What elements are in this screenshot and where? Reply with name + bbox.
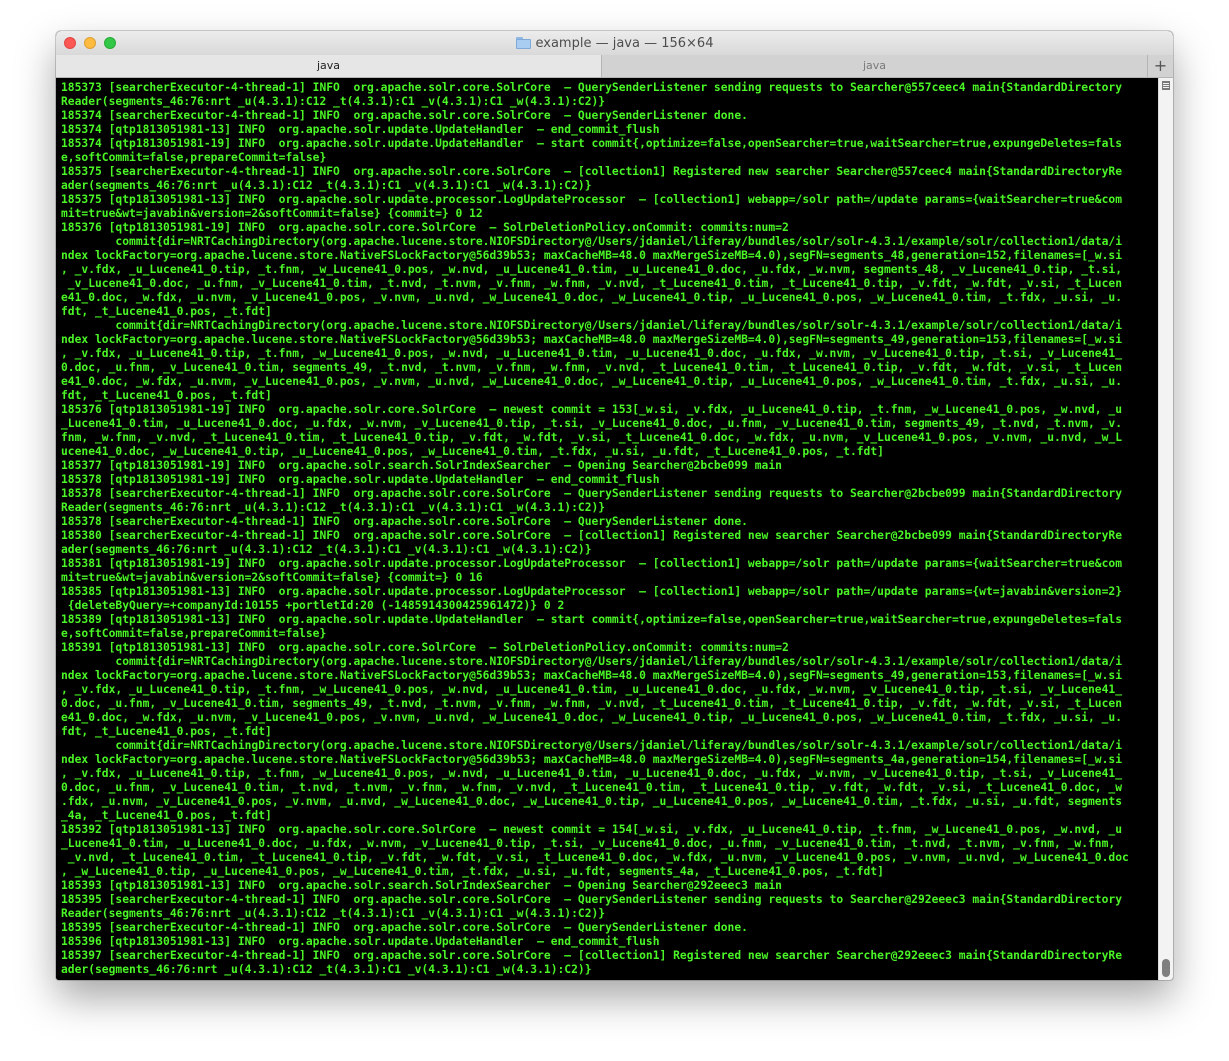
log-line: , _v.fdx, _u_Lucene41_0.tip, _t.fnm, _w_… [61,347,1123,360]
log-line: 185377 [qtp1813051981-19] INFO org.apach… [61,459,782,472]
log-line: 185374 [qtp1813051981-13] INFO org.apach… [61,123,660,136]
log-line: 185378 [qtp1813051981-19] INFO org.apach… [61,473,660,486]
tab-java-active[interactable]: java [56,55,602,77]
tab-java-inactive[interactable]: java [602,55,1148,77]
terminal-window: example — java — 156×64 java java + 1853… [56,31,1173,980]
tab-bar: java java + [56,55,1173,78]
log-line: 185389 [qtp1813051981-13] INFO org.apach… [61,613,1123,626]
log-line: 185378 [searcherExecutor-4-thread-1] INF… [61,487,1123,500]
log-line: ndex lockFactory=org.apache.lucene.store… [61,669,1123,682]
log-line: fdt, _t_Lucene41_0.pos, _t.fdt] [61,725,272,738]
log-line: commit{dir=NRTCachingDirectory(org.apach… [61,319,1123,332]
log-line: 0.doc, _u.fnm, _v_Lucene41_0.tim, _t.nvd… [61,781,1123,794]
log-line: ucene41_0.doc, _w_Lucene41_0.tip, _u_Luc… [61,445,884,458]
log-line: , _v.fdx, _u_Lucene41_0.tip, _t.fnm, _w_… [61,263,1123,276]
new-tab-button[interactable]: + [1148,55,1173,77]
log-line: commit{dir=NRTCachingDirectory(org.apach… [61,655,1123,668]
log-line: e41_0.doc, _w.fdx, _u.nvm, _v_Lucene41_0… [61,291,1123,304]
log-line: 0.doc, _u.fnm, _v_Lucene41_0.tim, segmen… [61,697,1123,710]
log-line: mit=true&wt=javabin&version=2&softCommit… [61,571,483,584]
log-line: e,softCommit=false,prepareCommit=false} [61,151,327,164]
log-line: 185396 [qtp1813051981-13] INFO org.apach… [61,935,660,948]
log-line: 185395 [searcherExecutor-4-thread-1] INF… [61,893,1123,906]
log-line: 185374 [searcherExecutor-4-thread-1] INF… [61,109,748,122]
log-line: ader(segments_46:76:nrt _u(4.3.1):C12 _t… [61,963,592,976]
log-line: , _v.fdx, _u_Lucene41_0.tip, _t.fnm, _w_… [61,767,1123,780]
log-line: 0.doc, _u.fnm, _v_Lucene41_0.tim, segmen… [61,361,1123,374]
log-line: commit{dir=NRTCachingDirectory(org.apach… [61,235,1123,248]
log-line: mit=true&wt=javabin&version=2&softCommit… [61,207,483,220]
log-line: _Lucene41_0.tim, _u_Lucene41_0.doc, _u.f… [61,417,1123,430]
scrollbar-thumb[interactable] [1162,959,1170,977]
terminal-output[interactable]: 185373 [searcherExecutor-4-thread-1] INF… [56,78,1158,980]
log-line: _v.nvd, _t_Lucene41_0.tim, _t_Lucene41_0… [61,851,1129,864]
log-line: 185374 [qtp1813051981-19] INFO org.apach… [61,137,1123,150]
log-line: Reader(segments_46:76:nrt _u(4.3.1):C12 … [61,501,606,514]
title-bar[interactable]: example — java — 156×64 [56,31,1173,56]
log-line: 185395 [searcherExecutor-4-thread-1] INF… [61,921,748,934]
log-line: fdt, _t_Lucene41_0.pos, _t.fdt] [61,305,272,318]
log-line: commit{dir=NRTCachingDirectory(org.apach… [61,739,1123,752]
log-line: fdt, _t_Lucene41_0.pos, _t.fdt] [61,389,272,402]
log-line: 185375 [searcherExecutor-4-thread-1] INF… [61,165,1123,178]
window-title: example — java — 156×64 [535,35,714,51]
log-line: Reader(segments_46:76:nrt _u(4.3.1):C12 … [61,95,606,108]
log-line: 185391 [qtp1813051981-13] INFO org.apach… [61,641,789,654]
log-line: 185381 [qtp1813051981-19] INFO org.apach… [61,557,1123,570]
log-line: , _v.fdx, _u_Lucene41_0.tip, _t.fnm, _w_… [61,683,1123,696]
log-line: 185376 [qtp1813051981-19] INFO org.apach… [61,221,789,234]
log-line: ader(segments_46:76:nrt _u(4.3.1):C12 _t… [61,179,592,192]
log-line: fnm, _w.fnm, _v.nvd, _t_Lucene41_0.tim, … [61,431,1123,444]
log-line: e,softCommit=false,prepareCommit=false} [61,627,327,640]
log-line: _Lucene41_0.tim, _u_Lucene41_0.doc, _u.f… [61,837,1116,850]
folder-icon [515,37,531,49]
log-line: 185376 [qtp1813051981-19] INFO org.apach… [61,403,1123,416]
log-line: e41_0.doc, _w.fdx, _u.nvm, _v_Lucene41_0… [61,711,1123,724]
scrollback-marks-icon[interactable] [1162,81,1170,90]
log-line: 185378 [searcherExecutor-4-thread-1] INF… [61,515,748,528]
log-line: .fdx, _u.nvm, _v_Lucene41_0.pos, _v.nvm,… [61,795,1123,808]
log-line: 185397 [searcherExecutor-4-thread-1] INF… [61,949,1123,962]
log-line: , _w_Lucene41_0.tip, _u_Lucene41_0.pos, … [61,865,884,878]
log-line: ader(segments_46:76:nrt _u(4.3.1):C12 _t… [61,543,592,556]
log-line: 185385 [qtp1813051981-13] INFO org.apach… [61,585,1123,598]
log-line: Reader(segments_46:76:nrt _u(4.3.1):C12 … [61,907,606,920]
log-line: ndex lockFactory=org.apache.lucene.store… [61,753,1123,766]
log-line: _v_Lucene41_0.doc, _u.fnm, _v_Lucene41_0… [61,277,1123,290]
vertical-scrollbar[interactable] [1158,78,1173,980]
log-line: 185392 [qtp1813051981-13] INFO org.apach… [61,823,1123,836]
log-line: {deleteByQuery=+companyId:10155 +portlet… [61,599,565,612]
log-line: 185380 [searcherExecutor-4-thread-1] INF… [61,529,1123,542]
log-line: ndex lockFactory=org.apache.lucene.store… [61,249,1123,262]
window-title-group: example — java — 156×64 [56,31,1173,55]
log-line: 185373 [searcherExecutor-4-thread-1] INF… [61,81,1123,94]
log-line: ndex lockFactory=org.apache.lucene.store… [61,333,1123,346]
log-line: 185393 [qtp1813051981-13] INFO org.apach… [61,879,782,892]
log-line: e41_0.doc, _w.fdx, _u.nvm, _v_Lucene41_0… [61,375,1123,388]
log-line: _4a, _t_Lucene41_0.pos, _t.fdt] [61,809,272,822]
log-line: 185375 [qtp1813051981-13] INFO org.apach… [61,193,1123,206]
